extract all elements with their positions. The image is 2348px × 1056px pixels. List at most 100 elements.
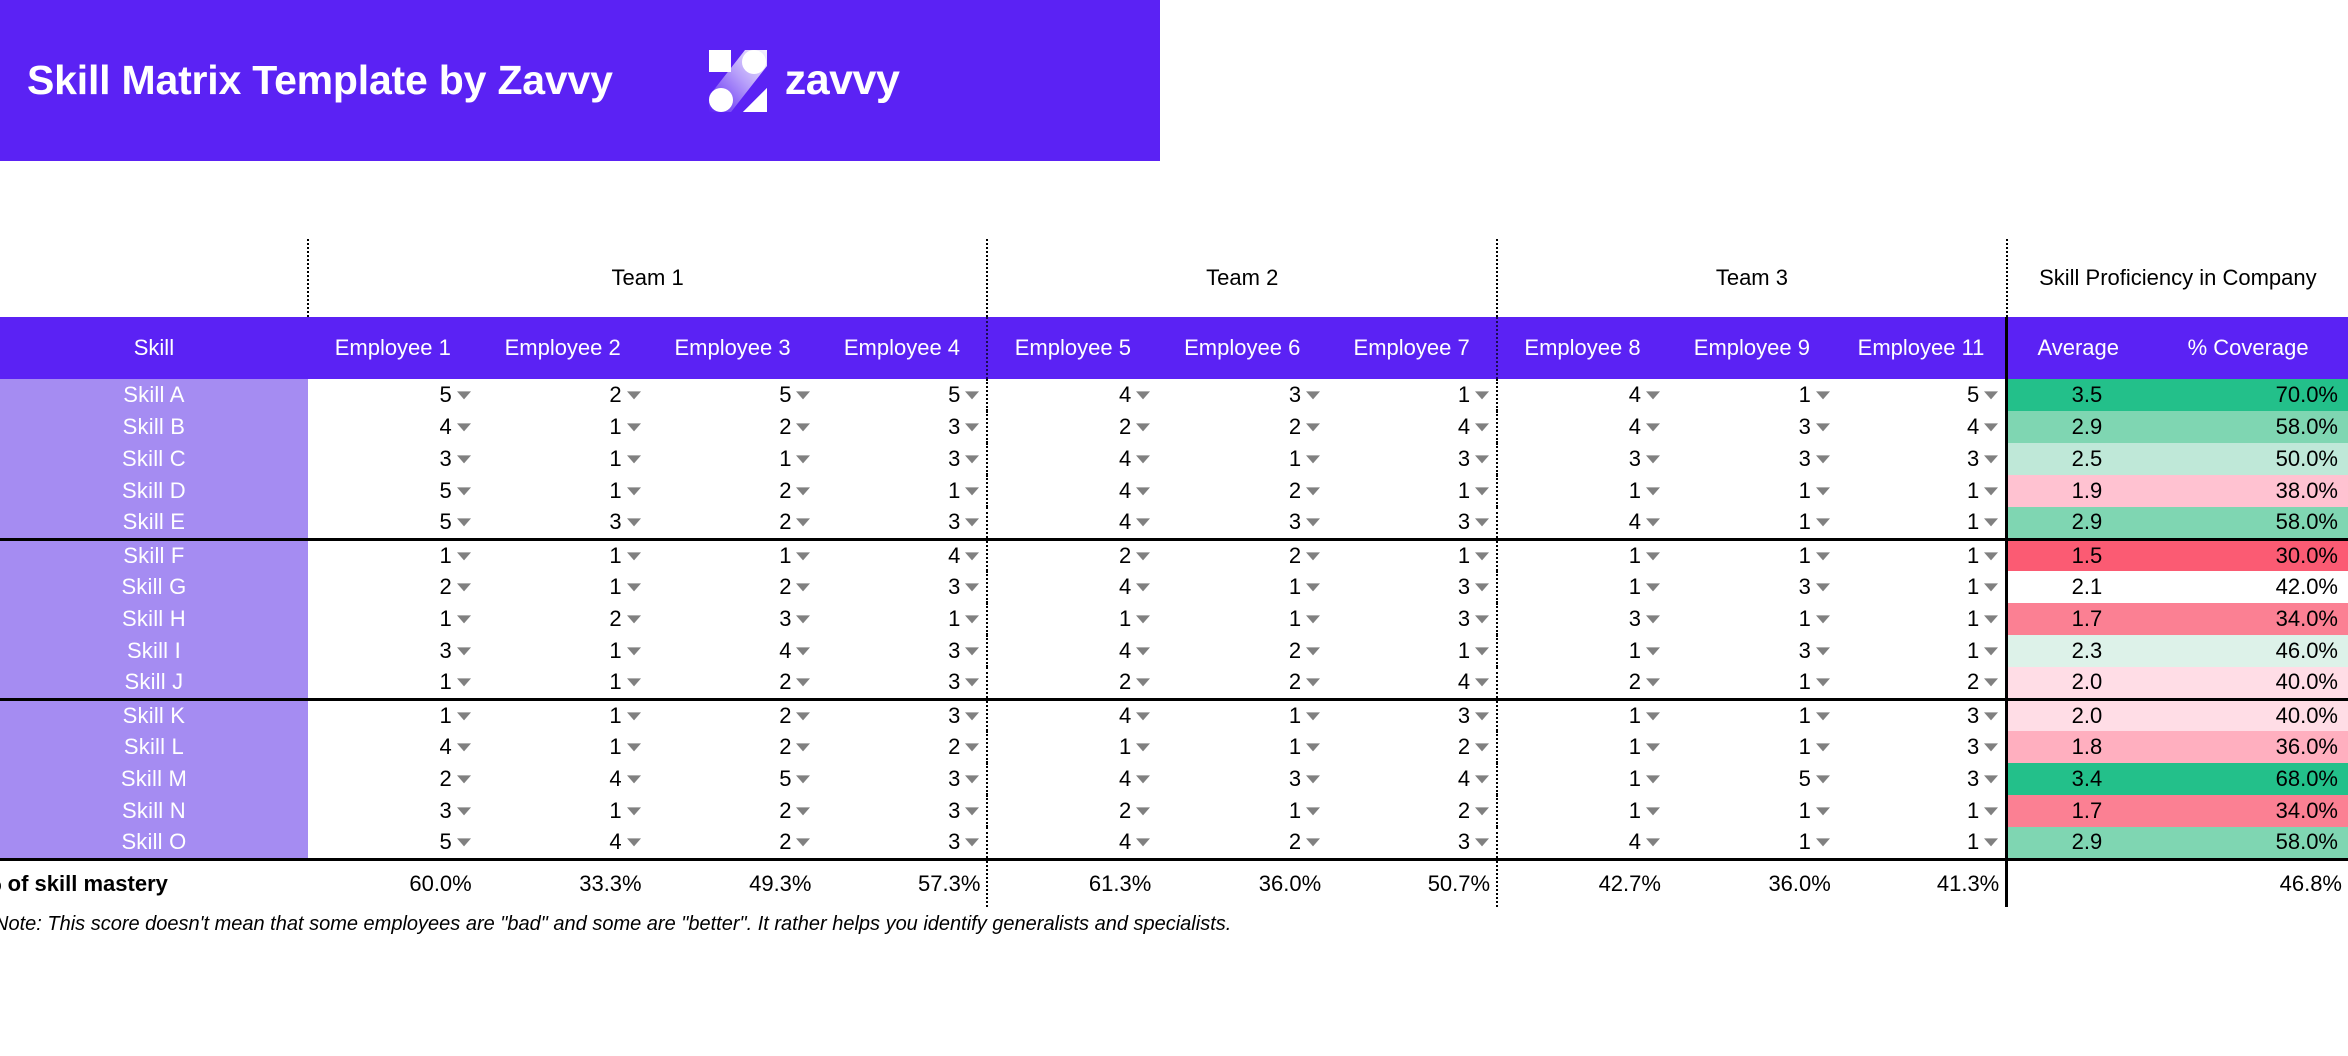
column-header-employee-2[interactable]: Employee 2 [477, 317, 648, 379]
chevron-down-icon[interactable] [1306, 743, 1321, 752]
chevron-down-icon[interactable] [1645, 552, 1660, 561]
chevron-down-icon[interactable] [456, 487, 471, 496]
rating-cell[interactable]: 3 [1496, 443, 1667, 475]
chevron-down-icon[interactable] [1136, 678, 1151, 687]
chevron-down-icon[interactable] [796, 487, 811, 496]
chevron-down-icon[interactable] [1475, 423, 1490, 432]
rating-cell[interactable]: 1 [477, 571, 648, 603]
rating-cell[interactable]: 2 [1157, 827, 1328, 861]
rating-cell[interactable]: 1 [477, 635, 648, 667]
rating-cell[interactable]: 1 [1666, 827, 1837, 861]
chevron-down-icon[interactable] [1815, 678, 1830, 687]
chevron-down-icon[interactable] [456, 775, 471, 784]
rating-cell[interactable]: 3 [817, 667, 988, 699]
rating-cell[interactable]: 3 [1157, 379, 1328, 411]
rating-cell[interactable]: 1 [1836, 571, 2007, 603]
rating-cell[interactable]: 1 [1327, 635, 1498, 667]
rating-cell[interactable]: 3 [1327, 571, 1498, 603]
rating-cell[interactable]: 1 [1666, 603, 1837, 635]
chevron-down-icon[interactable] [965, 647, 980, 656]
rating-cell[interactable]: 5 [1666, 763, 1837, 795]
chevron-down-icon[interactable] [1306, 647, 1321, 656]
rating-cell[interactable]: 2 [1836, 667, 2007, 699]
rating-cell[interactable]: 1 [1327, 537, 1498, 571]
chevron-down-icon[interactable] [1645, 455, 1660, 464]
rating-cell[interactable]: 2 [307, 763, 478, 795]
chevron-down-icon[interactable] [1136, 838, 1151, 847]
rating-cell[interactable]: 3 [1836, 697, 2007, 731]
chevron-down-icon[interactable] [796, 807, 811, 816]
rating-cell[interactable]: 1 [1836, 827, 2007, 861]
rating-cell[interactable]: 1 [1666, 507, 1837, 539]
chevron-down-icon[interactable] [456, 615, 471, 624]
chevron-down-icon[interactable] [796, 455, 811, 464]
rating-cell[interactable]: 1 [1666, 667, 1837, 699]
chevron-down-icon[interactable] [626, 807, 641, 816]
rating-cell[interactable]: 1 [1836, 507, 2007, 539]
skill-label[interactable]: Skill N [0, 795, 308, 827]
rating-cell[interactable]: 1 [477, 443, 648, 475]
rating-cell[interactable]: 4 [986, 697, 1158, 731]
rating-cell[interactable]: 3 [1836, 763, 2007, 795]
chevron-down-icon[interactable] [1984, 743, 1999, 752]
rating-cell[interactable]: 3 [1666, 443, 1837, 475]
chevron-down-icon[interactable] [1136, 518, 1151, 527]
chevron-down-icon[interactable] [1306, 807, 1321, 816]
chevron-down-icon[interactable] [1984, 615, 1999, 624]
chevron-down-icon[interactable] [1984, 712, 1999, 721]
rating-cell[interactable]: 1 [477, 697, 648, 731]
rating-cell[interactable]: 1 [1157, 443, 1328, 475]
rating-cell[interactable]: 1 [1496, 571, 1667, 603]
rating-cell[interactable]: 2 [647, 411, 818, 443]
rating-cell[interactable]: 1 [1496, 475, 1667, 507]
chevron-down-icon[interactable] [965, 615, 980, 624]
skill-label[interactable]: Skill E [0, 507, 308, 539]
chevron-down-icon[interactable] [1475, 615, 1490, 624]
rating-cell[interactable]: 2 [647, 571, 818, 603]
chevron-down-icon[interactable] [796, 583, 811, 592]
column-header-employee-11[interactable]: Employee 11 [1836, 317, 2007, 379]
column-header-coverage[interactable]: % Coverage [2148, 317, 2348, 379]
chevron-down-icon[interactable] [1306, 838, 1321, 847]
chevron-down-icon[interactable] [965, 518, 980, 527]
rating-cell[interactable]: 3 [1666, 411, 1837, 443]
rating-cell[interactable]: 3 [1666, 635, 1837, 667]
rating-cell[interactable]: 1 [307, 603, 478, 635]
rating-cell[interactable]: 4 [477, 763, 648, 795]
chevron-down-icon[interactable] [1815, 487, 1830, 496]
chevron-down-icon[interactable] [626, 423, 641, 432]
rating-cell[interactable]: 2 [986, 667, 1158, 699]
chevron-down-icon[interactable] [1475, 391, 1490, 400]
rating-cell[interactable]: 2 [1157, 537, 1328, 571]
rating-cell[interactable]: 4 [307, 411, 478, 443]
rating-cell[interactable]: 2 [647, 731, 818, 763]
rating-cell[interactable]: 1 [477, 537, 648, 571]
chevron-down-icon[interactable] [1136, 647, 1151, 656]
chevron-down-icon[interactable] [1475, 678, 1490, 687]
rating-cell[interactable]: 3 [1327, 443, 1498, 475]
rating-cell[interactable]: 1 [1157, 731, 1328, 763]
rating-cell[interactable]: 5 [817, 379, 988, 411]
chevron-down-icon[interactable] [1475, 552, 1490, 561]
chevron-down-icon[interactable] [626, 455, 641, 464]
rating-cell[interactable]: 3 [1327, 697, 1498, 731]
chevron-down-icon[interactable] [1136, 552, 1151, 561]
rating-cell[interactable]: 3 [1836, 443, 2007, 475]
column-header-average[interactable]: Average [2005, 317, 2149, 379]
rating-cell[interactable]: 3 [477, 507, 648, 539]
chevron-down-icon[interactable] [1984, 518, 1999, 527]
rating-cell[interactable]: 3 [647, 603, 818, 635]
rating-cell[interactable]: 1 [1496, 731, 1667, 763]
chevron-down-icon[interactable] [626, 775, 641, 784]
rating-cell[interactable]: 2 [647, 795, 818, 827]
chevron-down-icon[interactable] [796, 615, 811, 624]
chevron-down-icon[interactable] [456, 743, 471, 752]
rating-cell[interactable]: 4 [477, 827, 648, 861]
chevron-down-icon[interactable] [1136, 743, 1151, 752]
chevron-down-icon[interactable] [796, 391, 811, 400]
rating-cell[interactable]: 2 [1496, 667, 1667, 699]
rating-cell[interactable]: 1 [1327, 475, 1498, 507]
chevron-down-icon[interactable] [1475, 487, 1490, 496]
chevron-down-icon[interactable] [456, 678, 471, 687]
rating-cell[interactable]: 3 [817, 763, 988, 795]
